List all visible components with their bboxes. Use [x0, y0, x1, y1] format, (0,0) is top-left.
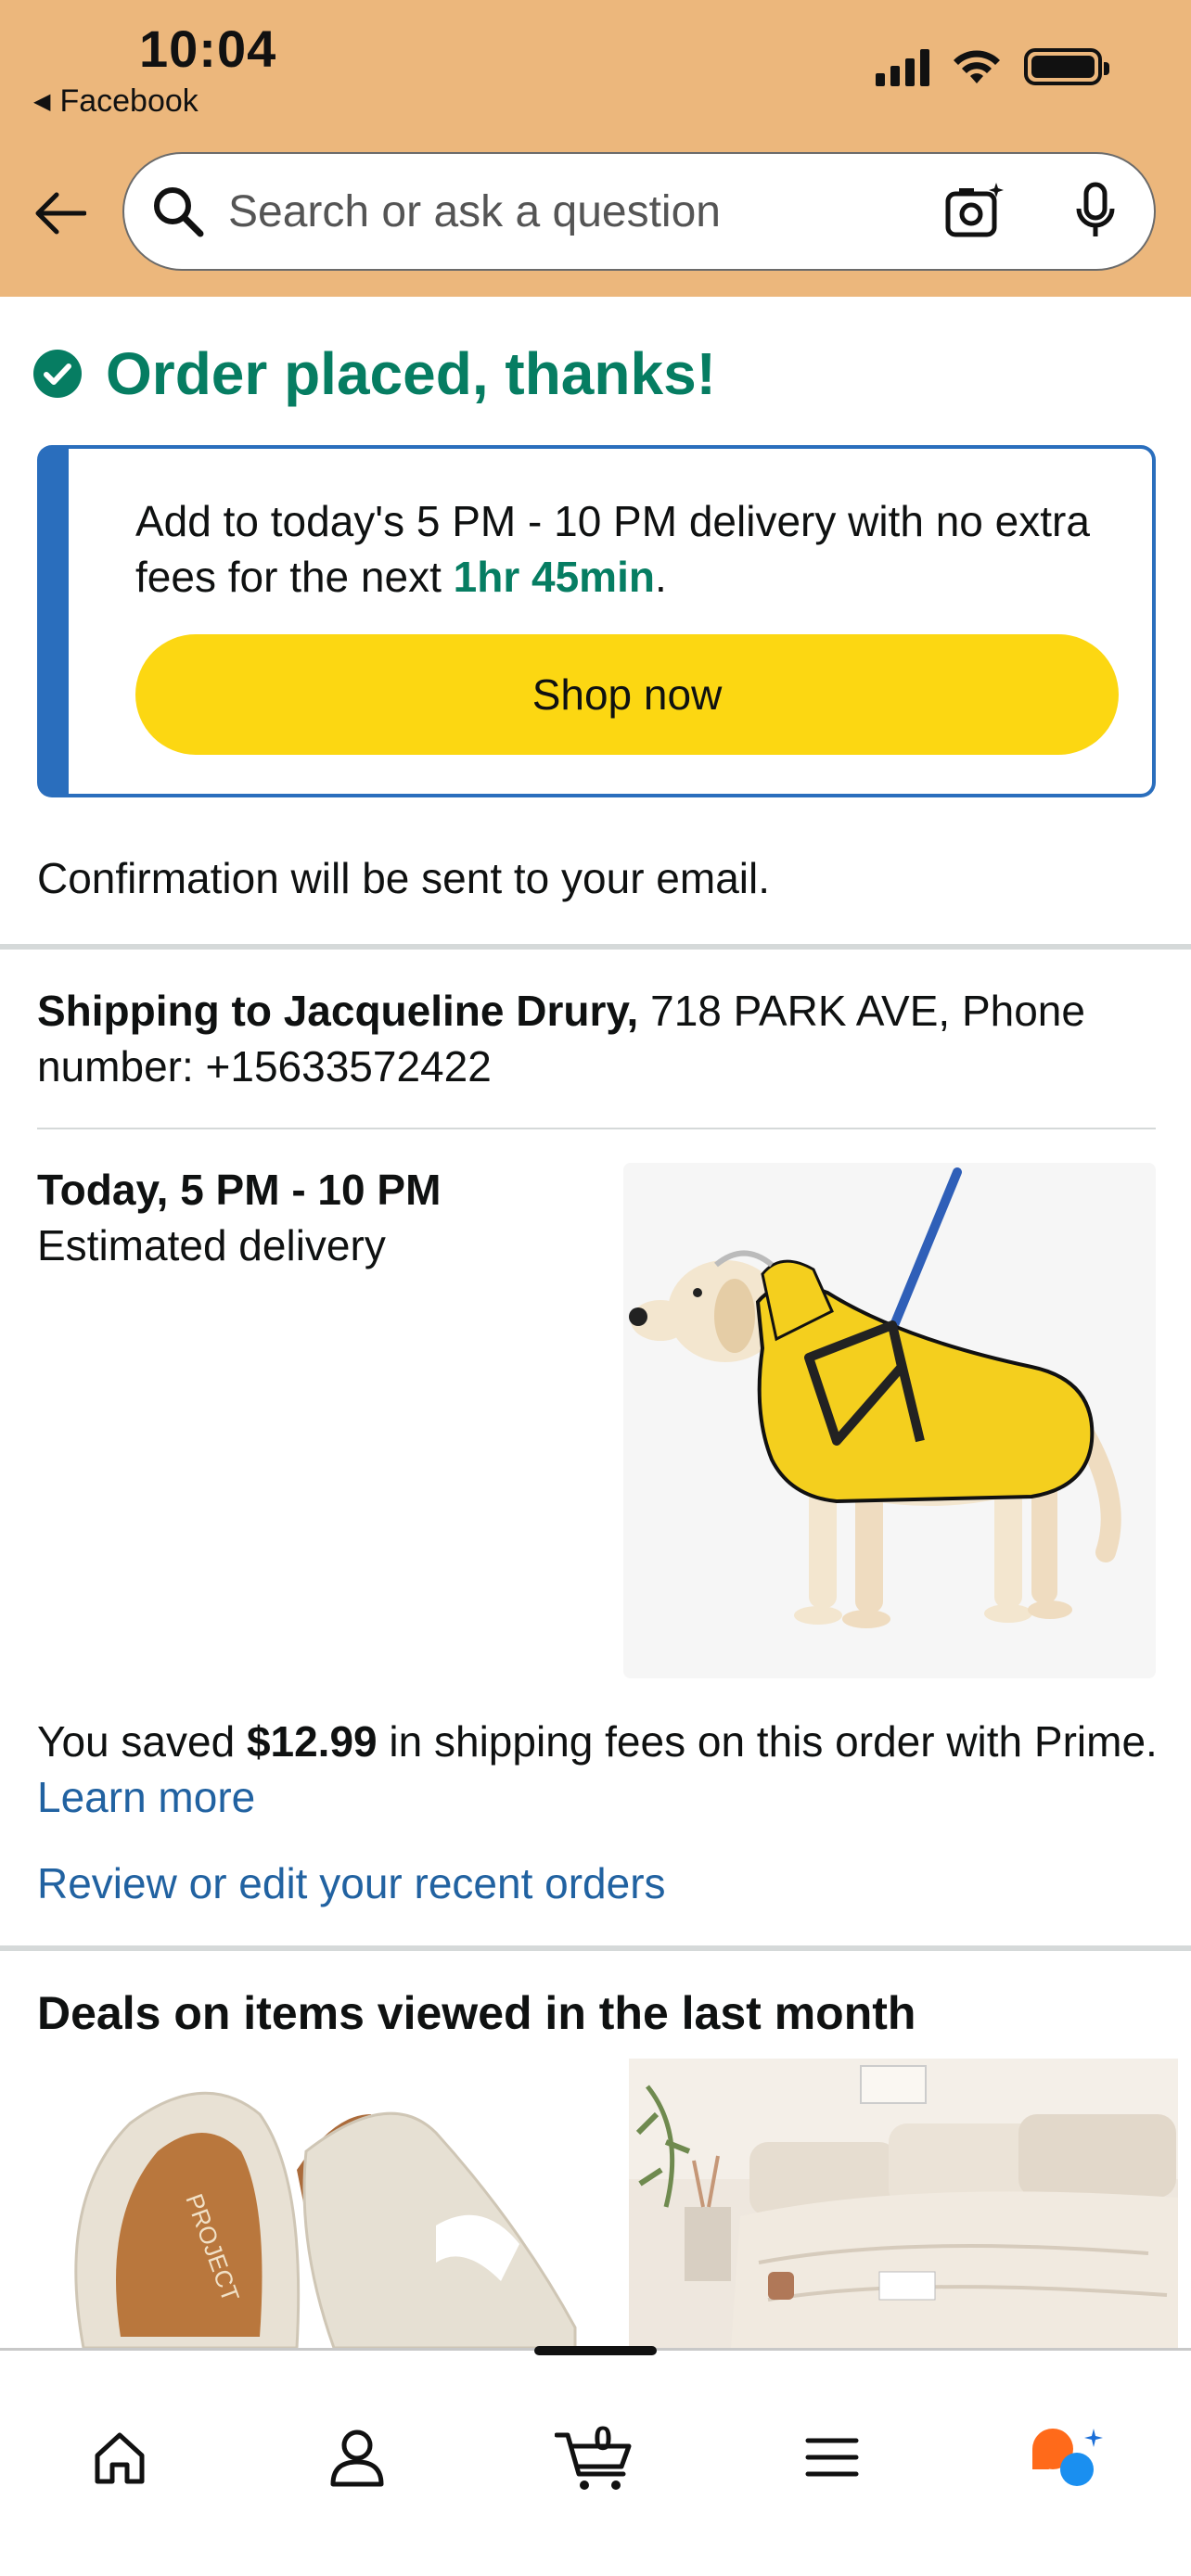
menu-icon[interactable]: [790, 2416, 874, 2499]
back-to-app-link[interactable]: ◀ Facebook: [33, 83, 198, 120]
cellular-signal-icon: [876, 47, 929, 86]
section-divider: [0, 944, 1191, 950]
wifi-icon: [954, 50, 1000, 83]
shipping-recipient: Shipping to Jacqueline Drury,: [37, 987, 639, 1035]
learn-more-link[interactable]: Learn more: [37, 1773, 255, 1821]
product-image-dog-raincoat[interactable]: [623, 1163, 1156, 1678]
search-bar[interactable]: Search or ask a question: [122, 152, 1156, 271]
order-title: Order placed, thanks!: [106, 340, 716, 407]
status-time: 10:04: [139, 19, 277, 78]
prime-savings-text: You saved $12.99 in shipping fees on thi…: [37, 1714, 1169, 1825]
battery-icon: [1024, 48, 1109, 85]
back-triangle-icon: ◀: [33, 89, 51, 114]
home-icon[interactable]: [78, 2416, 161, 2499]
confirmation-email-text: Confirmation will be sent to your email.: [37, 854, 770, 902]
deal-item-sandals-image[interactable]: PROJECT: [0, 2059, 618, 2348]
status-icons: [876, 46, 1109, 87]
camera-lens-icon[interactable]: [942, 179, 1007, 244]
shipping-address: Shipping to Jacqueline Drury, 718 PARK A…: [37, 983, 1159, 1094]
order-confirmation-heading: Order placed, thanks!: [33, 339, 716, 408]
back-arrow-icon[interactable]: [32, 185, 87, 241]
active-tab-indicator: [534, 2346, 657, 2355]
check-circle-icon: [33, 350, 82, 398]
deals-section-title: Deals on items viewed in the last month: [37, 1987, 916, 2039]
cart-count: 0: [594, 2419, 613, 2457]
back-app-label: Facebook: [59, 83, 198, 119]
microphone-icon[interactable]: [1063, 179, 1128, 244]
account-icon[interactable]: [315, 2416, 399, 2499]
rufus-assistant-icon[interactable]: [1024, 2416, 1108, 2499]
delivery-window: Today, 5 PM - 10 PM: [37, 1166, 442, 1214]
bottom-navigation: 0: [0, 2348, 1191, 2576]
add-delivery-promo-card: Add to today's 5 PM - 10 PM delivery wit…: [37, 445, 1156, 797]
search-icon: [154, 187, 204, 237]
section-divider: [0, 1945, 1191, 1951]
promo-time-remaining: 1hr 45min: [453, 553, 655, 601]
review-orders-link[interactable]: Review or edit your recent orders: [37, 1858, 666, 1908]
promo-text-end: .: [654, 553, 667, 601]
savings-suffix: in shipping fees on this order with Prim…: [377, 1717, 1158, 1766]
divider: [37, 1128, 1156, 1129]
cart-icon[interactable]: 0: [553, 2416, 636, 2499]
app-header: 10:04 ◀ Facebook Search or ask a questio…: [0, 0, 1191, 297]
deal-item-bedding-image[interactable]: [629, 2059, 1178, 2348]
delivery-estimate-label: Estimated delivery: [37, 1221, 386, 1269]
promo-text: Add to today's 5 PM - 10 PM delivery wit…: [135, 493, 1119, 605]
search-input[interactable]: Search or ask a question: [228, 186, 942, 237]
savings-prefix: You saved: [37, 1717, 247, 1766]
shop-now-button[interactable]: Shop now: [135, 634, 1119, 755]
savings-amount: $12.99: [246, 1717, 378, 1766]
